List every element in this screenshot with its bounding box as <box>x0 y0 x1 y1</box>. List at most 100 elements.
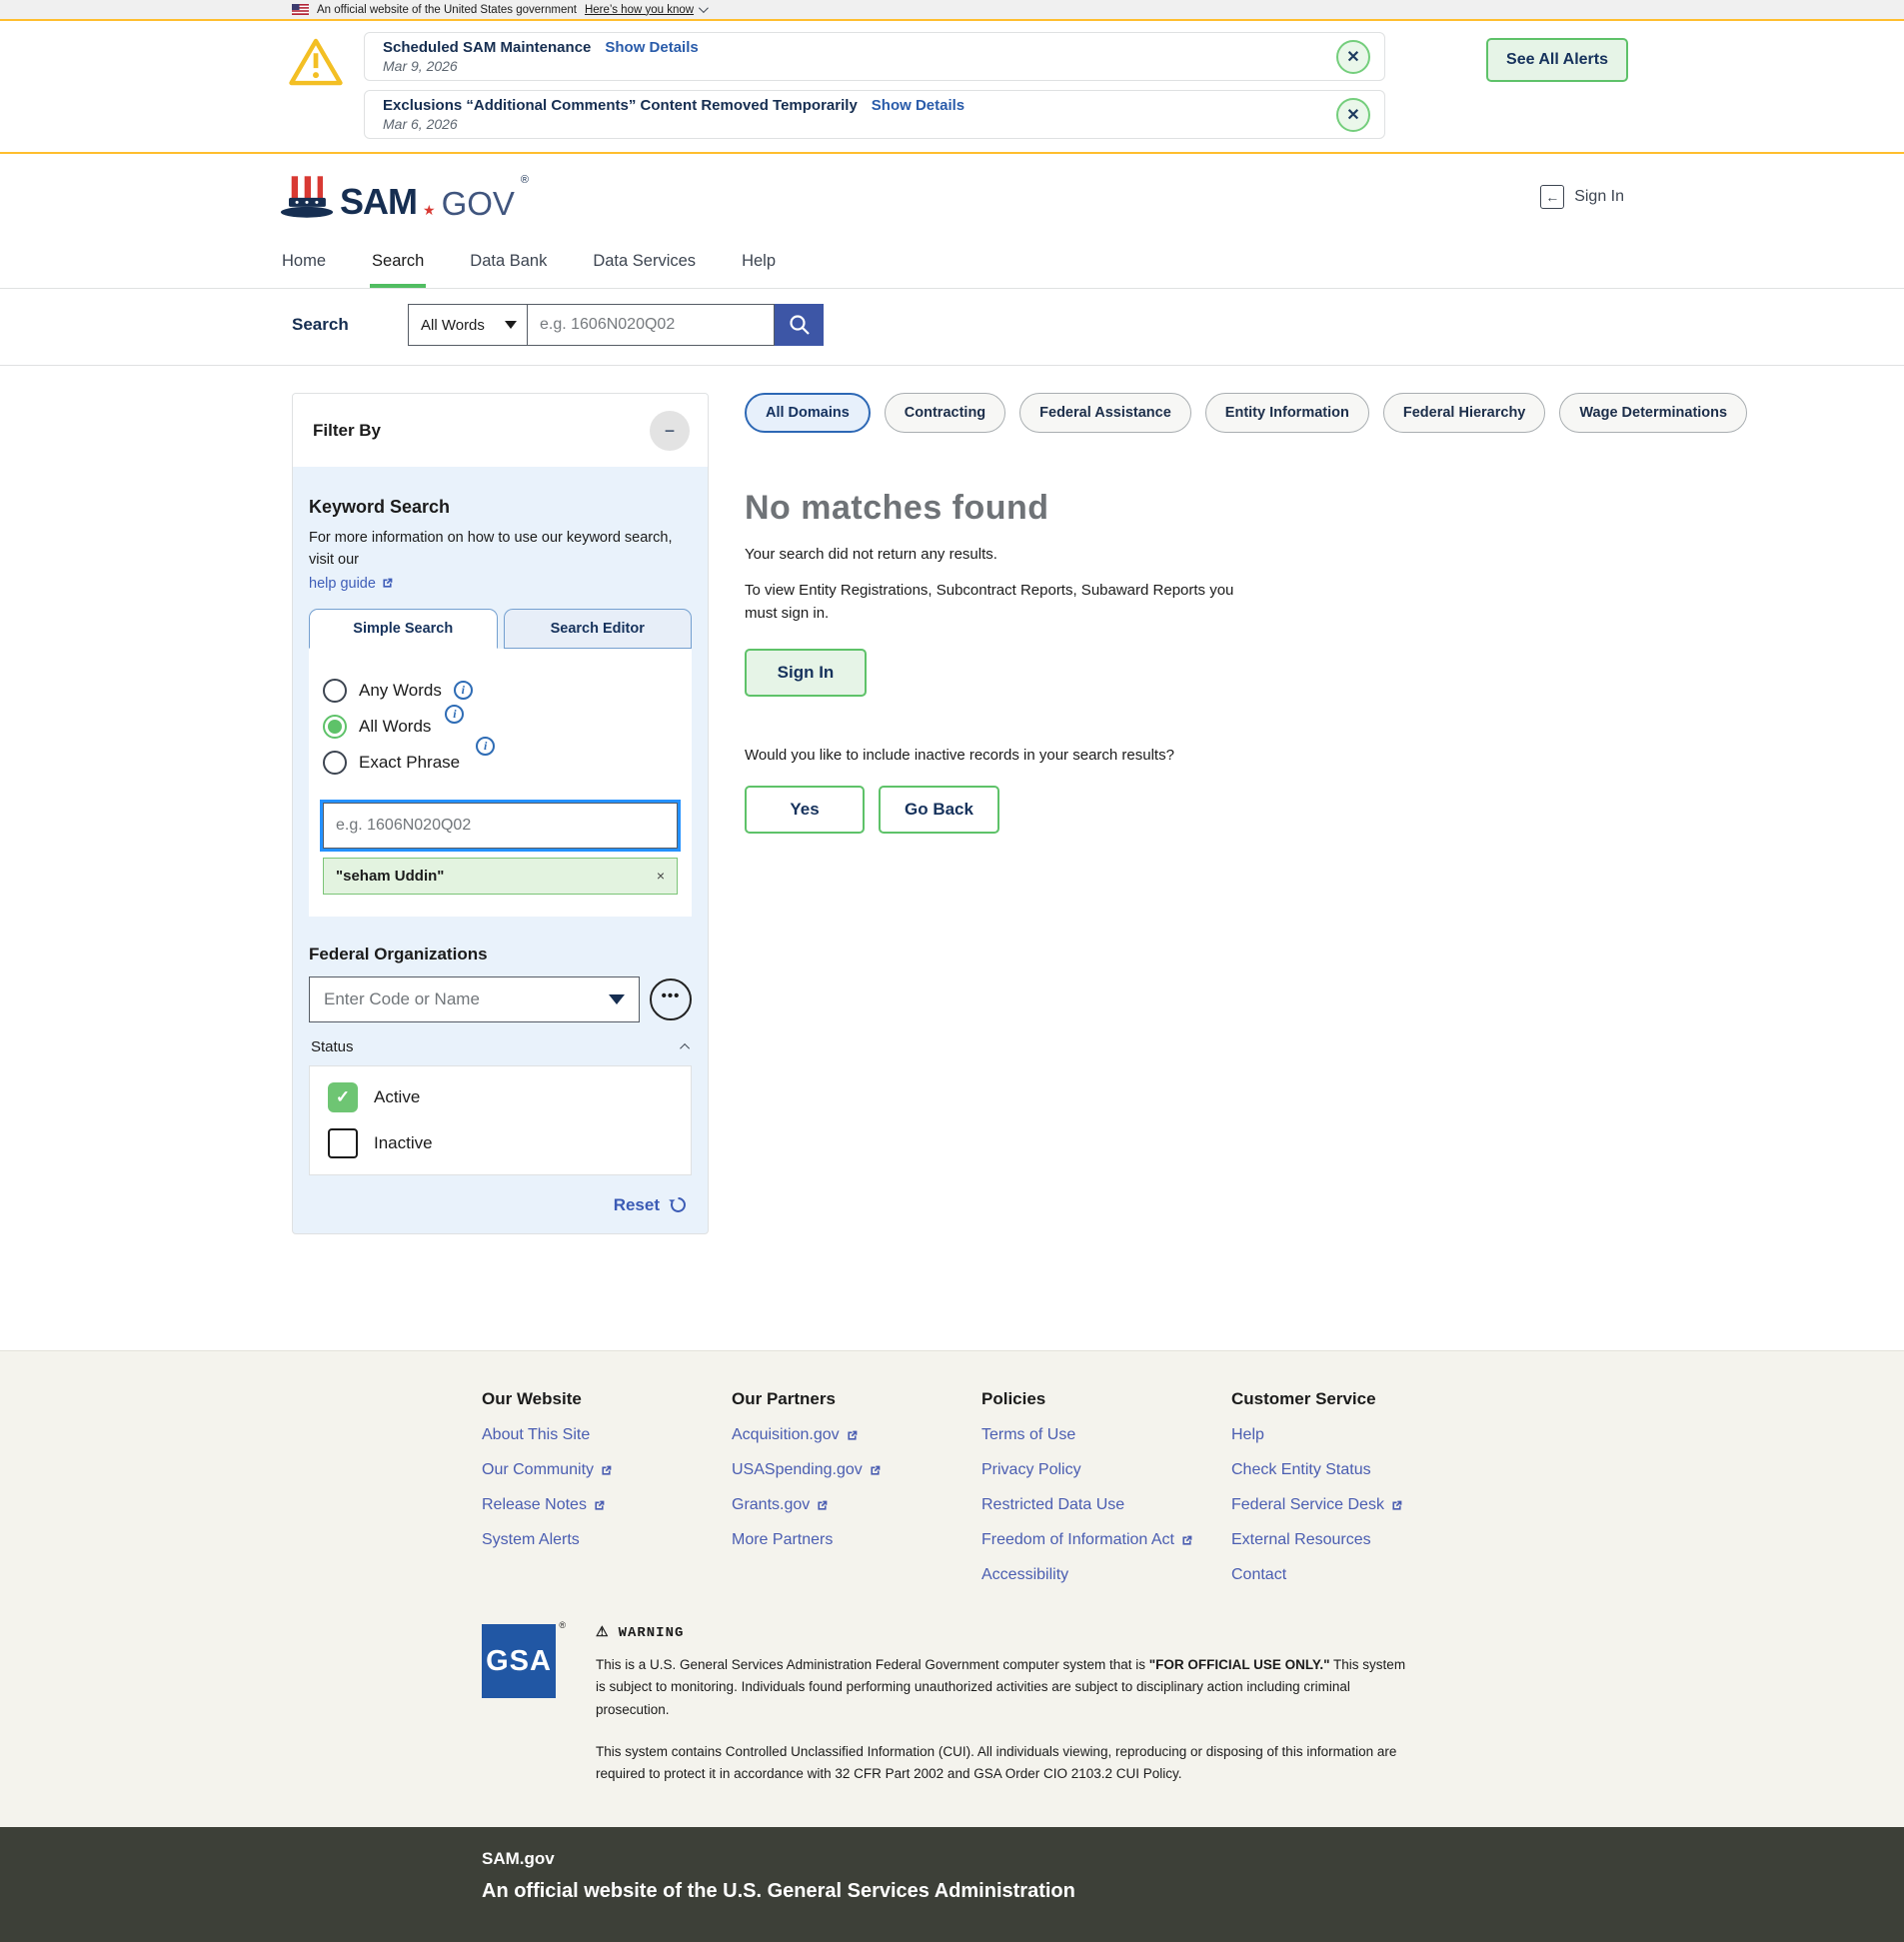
footer-link[interactable]: Contact <box>1231 1566 1501 1584</box>
domain-chip-all-domains[interactable]: All Domains <box>745 393 871 433</box>
footer-link[interactable]: Our Community <box>482 1461 732 1479</box>
footer-link[interactable]: System Alerts <box>482 1531 732 1549</box>
radio-row-all-words: All Words i <box>323 715 678 739</box>
domain-chip-wage-determinations[interactable]: Wage Determinations <box>1559 393 1747 433</box>
logo-registered-mark: ® <box>521 174 529 186</box>
filter-panel-header: Filter By − <box>293 394 708 467</box>
sign-in-arrow-icon: ← <box>1540 185 1564 209</box>
footer-column-customer-service: Customer Service Help Check Entity Statu… <box>1231 1389 1501 1584</box>
footer-link[interactable]: Help <box>1231 1426 1501 1444</box>
alert-list: Scheduled SAM Maintenance Show Details M… <box>364 32 1385 139</box>
external-link-icon <box>816 1499 829 1512</box>
footer-link[interactable]: Grants.gov <box>732 1496 981 1514</box>
domain-chip-federal-hierarchy[interactable]: Federal Hierarchy <box>1383 393 1546 433</box>
show-details-link[interactable]: Show Details <box>605 39 698 56</box>
checkbox-row-inactive[interactable]: Inactive <box>328 1128 673 1158</box>
footer-link[interactable]: About This Site <box>482 1426 732 1444</box>
main-content: Filter By − Keyword Search For more info… <box>0 366 1904 1350</box>
nav-item-data-bank[interactable]: Data Bank <box>468 240 549 288</box>
nav-item-data-services[interactable]: Data Services <box>591 240 698 288</box>
footer-link[interactable]: Acquisition.gov <box>732 1426 981 1444</box>
include-inactive-question: Would you like to include inactive recor… <box>745 747 1747 764</box>
checkbox-inactive[interactable] <box>328 1128 358 1158</box>
footer-link[interactable]: Federal Service Desk <box>1231 1496 1501 1514</box>
see-all-alerts-button[interactable]: See All Alerts <box>1486 38 1628 82</box>
nav-item-home[interactable]: Home <box>280 240 328 288</box>
footer-link[interactable]: Release Notes <box>482 1496 732 1514</box>
federal-organizations-combobox[interactable]: Enter Code or Name <box>309 976 640 1022</box>
tab-search-editor[interactable]: Search Editor <box>504 609 693 649</box>
radio-exact-phrase[interactable] <box>323 751 347 775</box>
alert-date: Mar 6, 2026 <box>383 116 964 132</box>
status-options-card: ✓ Active Inactive <box>309 1065 692 1175</box>
tab-simple-search[interactable]: Simple Search <box>309 609 498 649</box>
footer-link[interactable]: Terms of Use <box>981 1426 1231 1444</box>
footer-link[interactable]: Privacy Policy <box>981 1461 1231 1479</box>
footer-link[interactable]: Freedom of Information Act <box>981 1531 1231 1549</box>
header-sign-in-link[interactable]: ← Sign In <box>1540 185 1624 209</box>
top-search-input[interactable] <box>528 304 775 346</box>
domain-chip-entity-information[interactable]: Entity Information <box>1205 393 1369 433</box>
nav-item-help[interactable]: Help <box>740 240 778 288</box>
keyword-chip-label: "seham Uddin" <box>336 868 444 885</box>
how-you-know-link[interactable]: Here’s how you know <box>585 4 706 16</box>
checkbox-label: Inactive <box>374 1133 433 1153</box>
federal-organizations-heading: Federal Organizations <box>309 945 692 965</box>
reset-filters-link[interactable]: Reset <box>309 1195 692 1215</box>
domain-chip-contracting[interactable]: Contracting <box>885 393 1005 433</box>
us-flag-icon <box>292 4 309 15</box>
site-header: SAM★GOV® ← Sign In <box>0 154 1904 240</box>
radio-all-words[interactable] <box>323 715 347 739</box>
keyword-chip: "seham Uddin" × <box>323 858 678 895</box>
sign-in-button[interactable]: Sign In <box>745 649 867 697</box>
external-link-icon <box>1390 1499 1403 1512</box>
yes-button[interactable]: Yes <box>745 786 865 834</box>
keyword-search-input[interactable] <box>323 803 678 849</box>
alert-title: Exclusions “Additional Comments” Content… <box>383 97 858 114</box>
checkbox-active[interactable]: ✓ <box>328 1082 358 1112</box>
warning-icon: ⚠ <box>596 1624 610 1641</box>
collapse-filters-button[interactable]: − <box>650 411 690 451</box>
domain-chip-federal-assistance[interactable]: Federal Assistance <box>1019 393 1191 433</box>
site-footer: Our Website About This Site Our Communit… <box>0 1350 1904 1827</box>
status-section-header[interactable]: Status <box>309 1038 692 1055</box>
footer-link-columns: Our Website About This Site Our Communit… <box>482 1389 1904 1584</box>
radio-row-exact-phrase: Exact Phrase i <box>323 751 678 775</box>
close-icon[interactable]: ✕ <box>1336 40 1370 74</box>
select-caret-icon <box>609 994 625 1004</box>
footer-link[interactable]: External Resources <box>1231 1531 1501 1549</box>
filter-panel-body: Keyword Search For more information on h… <box>293 467 708 1233</box>
help-guide-link[interactable]: help guide <box>309 576 394 592</box>
filter-panel: Filter By − Keyword Search For more info… <box>292 393 709 1234</box>
more-options-button[interactable]: ••• <box>650 978 692 1020</box>
federal-organizations-row: Enter Code or Name ••• <box>309 976 692 1022</box>
radio-any-words[interactable] <box>323 679 347 703</box>
info-icon[interactable]: i <box>454 681 473 700</box>
checkbox-row-active[interactable]: ✓ Active <box>328 1082 673 1112</box>
search-mode-select[interactable]: All Words <box>408 304 528 346</box>
keyword-search-info: For more information on how to use our k… <box>309 528 692 572</box>
footer-link[interactable]: Check Entity Status <box>1231 1461 1501 1479</box>
search-submit-button[interactable] <box>775 304 824 346</box>
footer-link[interactable]: More Partners <box>732 1531 981 1549</box>
nav-item-search[interactable]: Search <box>370 240 426 288</box>
select-caret-icon <box>505 321 517 329</box>
radio-label: Any Words <box>359 681 442 701</box>
status-label: Status <box>311 1038 354 1055</box>
info-icon[interactable]: i <box>476 737 495 756</box>
footer-column-policies: Policies Terms of Use Privacy Policy Res… <box>981 1389 1231 1584</box>
go-back-button[interactable]: Go Back <box>879 786 999 834</box>
remove-chip-icon[interactable]: × <box>657 868 665 884</box>
footer-link[interactable]: USASpending.gov <box>732 1461 981 1479</box>
info-icon[interactable]: i <box>445 705 464 724</box>
alerts-section: Scheduled SAM Maintenance Show Details M… <box>0 19 1904 154</box>
close-icon[interactable]: ✕ <box>1336 98 1370 132</box>
sam-gov-logo[interactable]: SAM★GOV® <box>280 174 529 220</box>
show-details-link[interactable]: Show Details <box>872 97 964 114</box>
minus-icon: − <box>665 421 676 442</box>
top-search-bar: Search All Words <box>0 289 1904 366</box>
simple-search-tab-content: Any Words i All Words i Exact Phrase i "… <box>309 649 692 917</box>
footer-link[interactable]: Accessibility <box>981 1566 1231 1584</box>
footer-link[interactable]: Restricted Data Use <box>981 1496 1231 1514</box>
magnifier-icon <box>788 313 812 337</box>
